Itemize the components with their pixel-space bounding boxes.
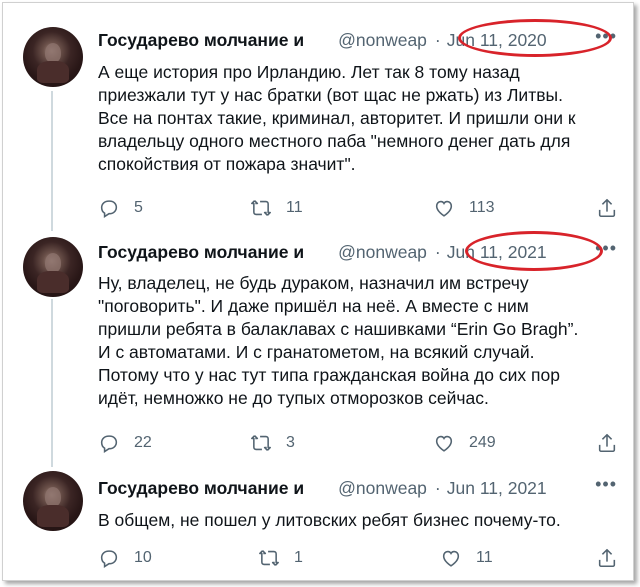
reply-icon [100,435,118,453]
red-circle-annotation [458,19,612,57]
avatar[interactable] [23,27,83,87]
tweet-text-line: И с автоматами. И с гранатометом, на вся… [98,342,535,362]
tweet-text-line: приезжали тут у нас братки (вот щас не р… [98,85,563,105]
retweet-count: 11 [286,199,303,216]
retweet-icon [251,435,271,451]
like-icon [435,200,453,217]
reply-icon [100,200,118,218]
like-icon [435,435,453,452]
tweet-text-line: пришли ребята в балаклавах с нашивками “… [98,319,579,339]
tweet-text-line: А еще история про Ирландию. Лет так 8 то… [98,62,520,82]
author-handle[interactable]: @nonweap [338,242,427,263]
share-button[interactable] [596,432,618,454]
separator-dot: · [434,241,441,262]
author-handle[interactable]: @nonweap [338,478,427,499]
tweet-text: А еще история про Ирландию. Лет так 8 то… [98,61,623,176]
retweet-button[interactable]: 11 [250,197,303,219]
tweet-header: Государево молчание и @nonweap · Jun 11,… [98,477,547,499]
retweet-count: 3 [286,434,295,451]
like-count: 249 [469,434,496,451]
author-name[interactable]: Государево молчание и [98,30,304,51]
tweet[interactable]: Государево молчание и @nonweap · Jun 11,… [3,231,635,465]
more-options-icon[interactable]: ••• [595,475,617,493]
retweet-count: 1 [294,549,303,566]
tweet-text-line: В общем, не пошел у литовских ребят бизн… [98,510,561,530]
tweet-text-line: владельцу одного местного паба "немного … [98,131,571,151]
tweet-text-line: Потому что у нас тут типа гражданская во… [98,365,560,385]
tweet-text: Ну, владелец, не будь дураком, назначил … [98,272,623,410]
tweet[interactable]: Государево молчание и @nonweap · Jun 11,… [3,469,635,579]
screenshot-frame: Государево молчание и @nonweap · Jun 11,… [2,2,634,581]
avatar[interactable] [23,237,83,297]
tweet-text: В общем, не пошел у литовских ребят бизн… [98,509,623,532]
tweet-text-line: "поговорить". И даже пришёл на неё. А вм… [98,296,529,316]
author-handle[interactable]: @nonweap [338,30,427,51]
reply-button[interactable]: 10 [98,547,152,569]
retweet-button[interactable]: 3 [250,432,295,454]
author-name[interactable]: Государево молчание и [98,478,304,499]
share-icon [598,548,616,568]
like-button[interactable]: 113 [433,197,495,219]
tweet-text-line: Ну, владелец, не будь дураком, назначил … [98,273,529,293]
tweet[interactable]: Государево молчание и @nonweap · Jun 11,… [3,19,635,228]
reply-button[interactable]: 22 [98,432,152,454]
author-name[interactable]: Государево молчание и [98,242,304,263]
like-button[interactable]: 11 [440,547,493,569]
separator-dot: · [434,29,441,50]
tweet-text-line: идёт, немножко не до тупых отморозков се… [98,388,489,408]
like-button[interactable]: 249 [433,432,496,454]
tweet-date[interactable]: Jun 11, 2021 [447,478,547,499]
reply-count: 22 [134,434,152,451]
tweet-actions: 22 3 249 [98,432,623,456]
separator-dot: · [434,477,441,498]
tweet-text-line: Все на понтах такие, криминал, авторитет… [98,108,576,128]
reply-count: 5 [134,199,143,216]
tweet-text-line: спокойствия от пожара значит". [98,154,356,174]
red-circle-annotation [465,231,603,271]
share-button[interactable] [596,197,618,219]
share-icon [598,433,616,453]
reply-button[interactable]: 5 [98,197,143,219]
tweet-actions: 10 1 11 [98,547,623,571]
retweet-icon [251,200,271,216]
like-icon [442,550,460,567]
reply-icon [100,550,118,568]
share-icon [598,198,616,218]
reply-count: 10 [134,549,152,566]
like-count: 11 [476,549,493,566]
like-count: 113 [469,199,495,216]
retweet-button[interactable]: 1 [258,547,303,569]
tweet-actions: 5 11 113 [98,197,623,221]
retweet-icon [259,550,279,566]
share-button[interactable] [596,547,618,569]
avatar[interactable] [23,471,83,531]
